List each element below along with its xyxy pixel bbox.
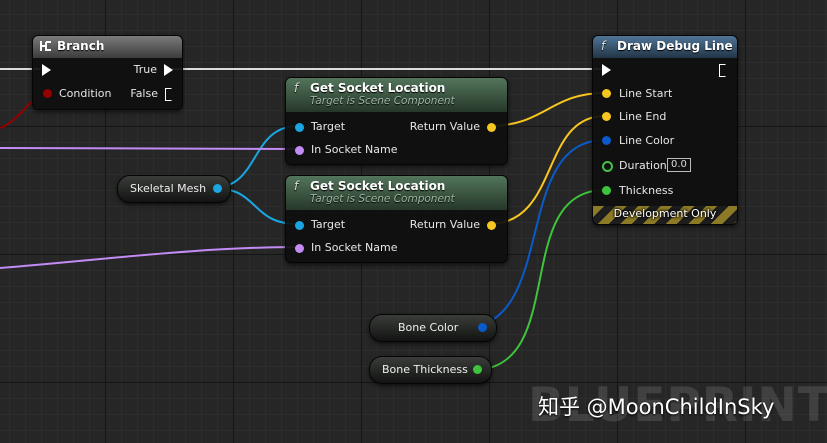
branch-icon [39,36,53,59]
branch-condition-pin[interactable] [43,89,52,98]
branch-node-header[interactable]: Branch [33,36,182,58]
author-credit: 知乎 @MoonChildInSky [538,395,775,419]
line-color-pin[interactable] [602,136,611,145]
line-start-pin[interactable] [602,89,611,98]
get-socket-2-return-pin[interactable] [487,221,496,230]
function-icon: f [601,39,606,53]
bone-thickness-label: Bone Thickness [382,363,468,376]
line-end-pin[interactable] [602,112,611,121]
bone-thickness-variable-node[interactable]: Bone Thickness [369,356,492,384]
get-socket-2-header[interactable]: f Get Socket Location Target is Scene Co… [286,176,507,210]
draw-debug-line-node[interactable]: f Draw Debug Line Line Start Line End Li… [592,35,738,225]
line-end-label: Line End [619,110,667,123]
function-icon: f [294,81,299,95]
duration-pin[interactable] [602,161,613,172]
branch-title: Branch [57,39,105,53]
thickness-pin[interactable] [602,186,611,195]
draw-debug-line-title: Draw Debug Line [617,39,733,53]
get-socket-2-subtitle: Target is Scene Component [310,193,455,205]
branch-condition-label: Condition [59,87,112,100]
get-socket-location-node-1[interactable]: f Get Socket Location Target is Scene Co… [285,77,508,165]
branch-node[interactable]: Branch True Condition False [32,35,183,110]
duration-label: Duration [619,159,667,172]
branch-true-exec-pin[interactable] [164,64,173,76]
thickness-label: Thickness [619,184,674,197]
get-socket-1-socket-pin[interactable] [295,146,304,155]
bone-color-label: Bone Color [398,321,459,334]
bone-color-output-pin[interactable] [478,323,487,332]
draw-debug-exec-in-pin[interactable] [602,64,611,76]
branch-false-exec-pin[interactable] [165,88,174,101]
get-socket-1-target-label: Target [311,120,346,133]
get-socket-location-node-2[interactable]: f Get Socket Location Target is Scene Co… [285,175,508,263]
get-socket-1-title: Get Socket Location [310,81,446,95]
get-socket-1-socket-label: In Socket Name [311,143,398,156]
bone-thickness-output-pin[interactable] [473,365,482,374]
name-wire-socket-1[interactable] [0,147,299,150]
get-socket-2-title: Get Socket Location [310,179,446,193]
get-socket-1-return-label: Return Value [409,120,480,133]
development-only-banner: Development Only [593,206,737,224]
skeletal-mesh-variable-node[interactable]: Skeletal Mesh [117,175,231,203]
get-socket-1-return-pin[interactable] [487,123,496,132]
skeletal-mesh-output-pin[interactable] [213,184,222,193]
get-socket-2-target-pin[interactable] [295,221,304,230]
get-socket-2-target-label: Target [311,218,346,231]
line-color-label: Line Color [619,134,675,147]
branch-false-label: False [130,87,158,100]
line-start-label: Line Start [619,87,673,100]
get-socket-1-header[interactable]: f Get Socket Location Target is Scene Co… [286,78,507,112]
branch-true-label: True [133,63,157,76]
bone-color-variable-node[interactable]: Bone Color [369,314,497,342]
draw-debug-line-header[interactable]: f Draw Debug Line [593,36,737,58]
get-socket-2-socket-label: In Socket Name [311,241,398,254]
get-socket-1-subtitle: Target is Scene Component [310,95,455,107]
draw-debug-exec-out-pin[interactable] [719,64,728,77]
get-socket-2-socket-pin[interactable] [295,244,304,253]
skeletal-mesh-label: Skeletal Mesh [130,182,207,195]
name-wire-socket-2[interactable] [0,246,299,269]
duration-input[interactable]: 0.0 [667,158,691,172]
branch-exec-in-pin[interactable] [42,64,51,76]
development-only-label: Development Only [613,207,717,220]
get-socket-1-target-pin[interactable] [295,123,304,132]
get-socket-2-return-label: Return Value [409,218,480,231]
function-icon: f [294,179,299,193]
